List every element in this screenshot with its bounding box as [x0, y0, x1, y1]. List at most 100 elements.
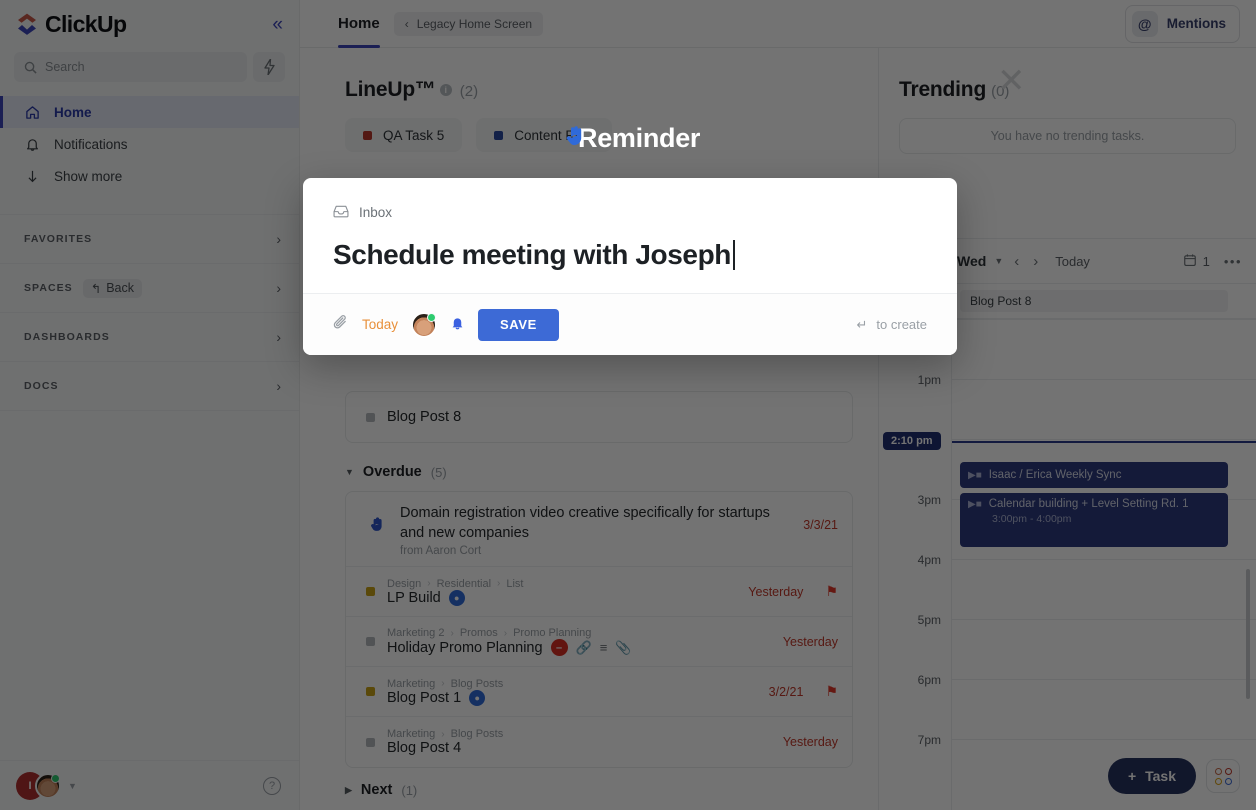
current-time-line — [952, 441, 1256, 443]
current-time-pill: 2:10 pm — [883, 432, 941, 450]
table-row[interactable]: Domain registration video creative speci… — [346, 492, 852, 568]
chevron-right-icon[interactable]: › — [276, 280, 281, 296]
at-sign-icon: @ — [1131, 10, 1158, 37]
caret-down-icon[interactable]: ▼ — [68, 781, 77, 791]
breadcrumb-item[interactable]: Design — [387, 578, 421, 590]
sidebar-section-spaces[interactable]: SPACES ↰ Back › — [0, 263, 299, 312]
sidebar-section-dashboards[interactable]: DASHBOARDS › — [0, 312, 299, 361]
back-button[interactable]: ↰ Back — [82, 278, 142, 298]
table-row[interactable]: Marketing › Blog Posts Blog Post 1 ● 3/2… — [346, 667, 852, 718]
save-button[interactable]: SAVE — [478, 308, 559, 341]
breadcrumb-item[interactable]: Blog Posts — [451, 728, 504, 740]
calendar-event[interactable]: ▶■ Isaac / Erica Weekly Sync — [960, 462, 1228, 488]
table-row[interactable]: Marketing 2 › Promos › Promo Planning Holi… — [346, 617, 852, 668]
app-layer: ClickUp « Search Home Notifications Show… — [0, 0, 1256, 810]
lightning-bolt-icon[interactable] — [253, 52, 285, 82]
calendar-event[interactable]: ▶■ Calendar building + Level Setting Rd.… — [960, 493, 1228, 547]
close-x-icon[interactable]: ✕ — [997, 64, 1031, 100]
sidebar-nav: Home Notifications Show more — [0, 96, 299, 192]
calendar-event-title: Calendar building + Level Setting Rd. 1 — [988, 498, 1189, 510]
breadcrumb-item[interactable]: Marketing — [387, 728, 435, 740]
bell-icon[interactable] — [450, 315, 465, 335]
flag-icon[interactable]: ⚑ — [825, 683, 838, 700]
breadcrumb-item[interactable]: Promos — [460, 627, 498, 639]
next-day-button[interactable]: › — [1030, 253, 1041, 270]
table-row[interactable]: Marketing › Blog Posts Blog Post 4 Yester… — [346, 717, 852, 767]
person-badge-icon: ● — [469, 689, 486, 706]
caret-down-icon[interactable]: ▼ — [994, 256, 1003, 266]
today-button[interactable]: Today — [1055, 254, 1090, 269]
app-grid-icon[interactable] — [1206, 759, 1240, 793]
chevron-right-icon[interactable]: › — [276, 378, 281, 394]
triangle-right-icon[interactable]: ▶ — [345, 785, 352, 796]
breadcrumb-item[interactable]: Blog Posts — [451, 678, 504, 690]
bell-icon — [24, 137, 40, 152]
paperclip-icon[interactable] — [333, 314, 349, 336]
sidebar-collapse-icon[interactable]: « — [272, 15, 283, 34]
calendar-event-count[interactable]: 1 — [1183, 253, 1210, 270]
calendar-event-head: ▶■ Calendar building + Level Setting Rd.… — [968, 498, 1220, 510]
calendar-day-label[interactable]: Wed — [957, 253, 986, 269]
search-placeholder: Search — [45, 60, 85, 74]
group-header-overdue[interactable]: ▼ Overdue (5) — [345, 453, 853, 491]
trending-empty-state: You have no trending tasks. — [899, 118, 1236, 154]
app-root: ClickUp « Search Home Notifications Show… — [0, 0, 1256, 810]
calendar-scrollbar[interactable] — [1246, 569, 1250, 699]
group-name: Overdue — [362, 464, 422, 480]
breadcrumb-item[interactable]: Promo Planning — [513, 627, 591, 639]
prev-day-button[interactable]: ‹ — [1011, 253, 1022, 270]
question-mark-icon[interactable]: ? — [263, 776, 281, 795]
mentions-button[interactable]: @ Mentions — [1124, 4, 1240, 43]
breadcrumb-item[interactable]: List — [506, 578, 523, 590]
reminder-title-input[interactable]: Schedule meeting with Joseph — [333, 239, 927, 271]
avatar[interactable] — [35, 772, 61, 799]
breadcrumb: Marketing › Blog Posts — [387, 678, 757, 690]
info-icon[interactable]: i — [439, 84, 452, 96]
modal-inbox-label: Inbox — [359, 205, 393, 220]
breadcrumb-item[interactable]: Marketing — [387, 678, 435, 690]
breadcrumb-item[interactable]: Marketing 2 — [387, 627, 444, 639]
breadcrumb-sep: › — [441, 728, 445, 740]
brand-logo[interactable]: ClickUp — [16, 10, 127, 38]
top-bar: Home ‹ Legacy Home Screen @ Mentions — [300, 0, 1256, 48]
trending-header: Trending (0) ✕ — [879, 48, 1256, 102]
section-label: DASHBOARDS — [24, 331, 110, 343]
lineup-card[interactable]: QA Task 5 — [345, 118, 463, 152]
sidebar-section-favorites[interactable]: FAVORITES › — [0, 214, 299, 263]
flag-icon[interactable]: ⚑ — [825, 583, 838, 600]
ellipsis-icon[interactable]: ••• — [1224, 254, 1242, 269]
attachment-icon: 📎 — [615, 639, 632, 655]
group-header-next[interactable]: ▶ Next (1) — [345, 771, 853, 809]
search-input[interactable]: Search — [14, 52, 247, 82]
task-title: Blog Post 1 — [387, 689, 462, 706]
chevron-right-icon[interactable]: › — [276, 231, 281, 247]
legacy-home-screen-button[interactable]: ‹ Legacy Home Screen — [393, 11, 544, 36]
chevron-right-icon[interactable]: › — [276, 329, 281, 345]
table-row[interactable]: Blog Post 8 — [346, 392, 852, 442]
calendar-count-value: 1 — [1202, 253, 1210, 269]
task-body: Domain registration video creative speci… — [400, 504, 791, 557]
sidebar-item-home[interactable]: Home — [0, 96, 299, 128]
sidebar-item-notifications[interactable]: Notifications — [0, 128, 299, 160]
all-day-slot[interactable]: Blog Post 8 — [951, 284, 1256, 318]
video-camera-icon: ▶■ — [968, 498, 982, 510]
section-label: FAVORITES — [24, 233, 93, 245]
hour-label: 6pm — [917, 673, 941, 687]
add-task-button[interactable]: + Task — [1107, 758, 1196, 794]
tab-home[interactable]: Home — [338, 0, 380, 48]
table-row[interactable]: Design › Residential › List LP Build ● Y… — [346, 567, 852, 618]
modal-inbox-row[interactable]: Inbox — [333, 204, 927, 221]
floating-action-row: + Task — [1107, 758, 1240, 794]
sidebar-section-docs[interactable]: DOCS › — [0, 361, 299, 410]
due-date-button[interactable]: Today — [362, 317, 398, 332]
assignee-avatar[interactable] — [411, 311, 438, 338]
brand-name: ClickUp — [45, 10, 127, 37]
triangle-down-icon[interactable]: ▼ — [345, 467, 354, 477]
breadcrumb-item[interactable]: Residential — [437, 578, 491, 590]
sidebar-item-label: Show more — [54, 168, 123, 184]
all-day-event[interactable]: Blog Post 8 — [960, 290, 1228, 312]
sidebar-item-show-more[interactable]: Show more — [0, 160, 299, 192]
task-body: Blog Post 8 — [387, 409, 838, 425]
right-column: Trending (0) ✕ You have no trending tasks… — [878, 48, 1256, 810]
calendar-slots[interactable]: ▶■ Isaac / Erica Weekly Sync ▶■ Calendar… — [951, 319, 1256, 810]
